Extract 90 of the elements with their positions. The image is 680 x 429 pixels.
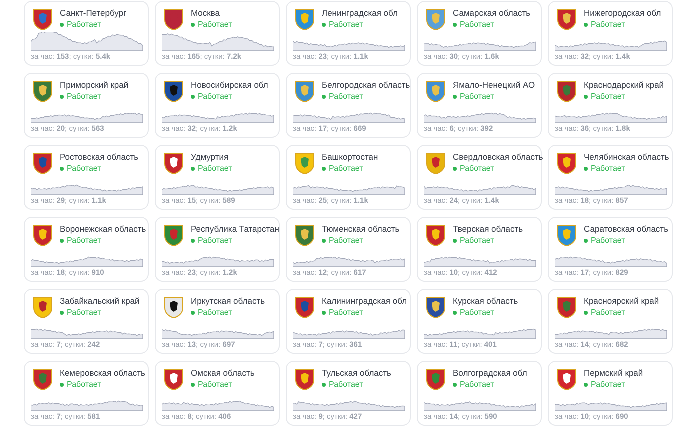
status-label: Работает <box>198 92 232 102</box>
region-name: Башкортостан <box>322 152 378 163</box>
status-label: Работает <box>329 92 364 102</box>
coat-of-arms-icon <box>294 223 316 247</box>
coat-of-arms-icon <box>556 7 578 31</box>
status-label: Работает <box>591 20 626 30</box>
status-label: Работает <box>67 380 102 390</box>
coat-of-arms-icon <box>32 79 54 103</box>
status-label: Работает <box>460 20 494 30</box>
region-name: Самарская область <box>453 8 531 19</box>
region-name: Свердловская область <box>453 152 544 163</box>
region-name: Волгоградская обл <box>453 368 528 379</box>
status-label: Работает <box>329 236 364 246</box>
region-name: Ростовская область <box>60 152 139 163</box>
coat-of-arms-icon <box>32 223 54 247</box>
region-name: Москва <box>191 8 222 19</box>
region-name: Приморский край <box>60 80 129 91</box>
coat-of-arms-icon <box>32 151 54 175</box>
coat-of-arms-icon <box>556 295 578 319</box>
region-name: Белгородская область <box>322 80 410 91</box>
coat-of-arms-icon <box>556 79 578 103</box>
region-name: Республика Татарстан <box>191 224 280 235</box>
status-label: Работает <box>198 236 232 246</box>
status-label: Работает <box>67 164 102 174</box>
coat-of-arms-icon <box>32 367 54 391</box>
status-label: Работает <box>329 164 364 174</box>
region-name: Челябинская область <box>584 152 670 163</box>
region-name: Тюменская область <box>322 224 400 235</box>
coat-of-arms-icon <box>294 367 316 391</box>
coat-of-arms-icon <box>163 367 185 391</box>
region-name: Тульская область <box>322 368 392 379</box>
region-name: Нижегородская обл <box>584 8 662 19</box>
status-label: Работает <box>591 236 626 246</box>
coat-of-arms-icon <box>425 7 447 31</box>
status-label: Работает <box>329 20 364 30</box>
region-name: Красноярский край <box>584 296 660 307</box>
region-name: Воронежская область <box>60 224 146 235</box>
status-label: Работает <box>198 308 232 318</box>
region-name: Калининградская обл <box>322 296 408 307</box>
status-label: Работает <box>591 92 626 102</box>
coat-of-arms-icon <box>163 223 185 247</box>
status-label: Работает <box>67 308 102 318</box>
coat-of-arms-icon <box>294 295 316 319</box>
region-name: Краснодарский край <box>584 80 664 91</box>
coat-of-arms-icon <box>32 7 54 31</box>
region-name: Тверская область <box>453 224 524 235</box>
region-name: Забайкальский край <box>60 296 140 307</box>
status-label: Работает <box>591 380 626 390</box>
status-label: Работает <box>460 164 494 174</box>
region-name: Иркутская область <box>191 296 266 307</box>
region-name: Ямало-Ненецкий АО <box>453 80 536 91</box>
region-name: Ленинградская обл <box>322 8 398 19</box>
coat-of-arms-icon <box>556 151 578 175</box>
coat-of-arms-icon <box>425 295 447 319</box>
region-name: Омская область <box>191 368 255 379</box>
coat-of-arms-icon <box>294 7 316 31</box>
status-label: Работает <box>67 92 102 102</box>
status-label: Работает <box>591 308 626 318</box>
status-label: Работает <box>329 308 364 318</box>
status-label: Работает <box>198 164 232 174</box>
coat-of-arms-icon <box>425 79 447 103</box>
region-name: Кемеровская область <box>60 368 146 379</box>
status-label: Работает <box>198 20 232 30</box>
region-name: Новосибирская обл <box>191 80 268 91</box>
coat-of-arms-icon <box>425 223 447 247</box>
status-label: Работает <box>67 20 102 30</box>
coat-of-arms-icon <box>294 79 316 103</box>
region-name: Пермский край <box>584 368 644 379</box>
region-name: Удмуртия <box>191 152 230 163</box>
coat-of-arms-icon <box>163 151 185 175</box>
coat-of-arms-icon <box>163 79 185 103</box>
status-label: Работает <box>67 236 102 246</box>
status-label: Работает <box>591 164 626 174</box>
region-name: Саратовская область <box>584 224 668 235</box>
coat-of-arms-icon <box>163 295 185 319</box>
region-name: Санкт-Петербург <box>60 8 127 19</box>
coat-of-arms-icon <box>294 151 316 175</box>
coat-of-arms-icon <box>556 223 578 247</box>
status-label: Работает <box>460 236 494 246</box>
coat-of-arms-icon <box>425 151 447 175</box>
status-label: Работает <box>460 380 494 390</box>
status-label: Работает <box>329 380 364 390</box>
status-label: Работает <box>460 92 494 102</box>
status-label: Работает <box>460 308 494 318</box>
coat-of-arms-icon <box>32 295 54 319</box>
status-label: Работает <box>198 380 232 390</box>
coat-of-arms-icon <box>556 367 578 391</box>
coat-of-arms-icon <box>425 367 447 391</box>
coat-of-arms-icon <box>163 7 185 31</box>
region-name: Курская область <box>453 296 518 307</box>
